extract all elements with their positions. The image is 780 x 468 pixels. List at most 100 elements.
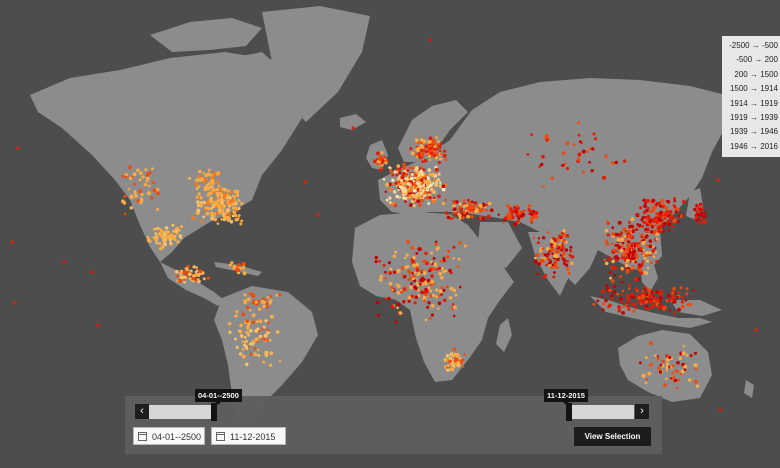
event-point[interactable] <box>136 168 140 172</box>
event-point[interactable] <box>647 288 652 292</box>
event-point[interactable] <box>622 256 626 260</box>
event-point[interactable] <box>451 212 454 215</box>
event-point[interactable] <box>591 147 595 151</box>
event-point[interactable] <box>646 266 650 270</box>
event-point[interactable] <box>692 289 695 292</box>
event-point[interactable] <box>611 226 615 230</box>
event-point[interactable] <box>445 158 448 162</box>
event-point[interactable] <box>467 198 470 202</box>
event-point[interactable] <box>630 295 633 298</box>
event-point[interactable] <box>526 153 530 156</box>
event-point[interactable] <box>388 187 393 192</box>
event-point[interactable] <box>578 140 582 143</box>
chevron-left-icon[interactable]: ‹ <box>135 404 149 419</box>
event-point[interactable] <box>389 169 393 174</box>
event-point[interactable] <box>234 337 238 341</box>
event-point[interactable] <box>641 373 646 378</box>
event-point[interactable] <box>258 319 263 324</box>
event-point[interactable] <box>230 198 235 203</box>
event-point[interactable] <box>208 199 213 204</box>
event-point[interactable] <box>605 284 609 287</box>
event-point[interactable] <box>248 342 252 346</box>
event-point[interactable] <box>613 274 617 277</box>
event-point[interactable] <box>552 275 556 279</box>
event-point[interactable] <box>241 262 246 266</box>
event-point[interactable] <box>673 197 677 201</box>
event-point[interactable] <box>610 161 615 165</box>
event-point[interactable] <box>243 343 247 347</box>
event-point[interactable] <box>586 150 589 153</box>
event-point[interactable] <box>625 247 630 252</box>
event-point[interactable] <box>442 256 446 260</box>
event-point[interactable] <box>534 256 537 260</box>
event-point[interactable] <box>651 224 654 228</box>
event-point[interactable] <box>419 178 424 183</box>
event-point[interactable] <box>463 353 466 356</box>
event-point[interactable] <box>384 297 387 300</box>
event-point[interactable] <box>262 304 266 309</box>
event-point[interactable] <box>608 271 612 274</box>
event-point[interactable] <box>139 200 143 205</box>
event-point[interactable] <box>555 245 559 248</box>
event-point[interactable] <box>415 268 420 272</box>
event-point[interactable] <box>172 234 177 239</box>
event-point[interactable] <box>651 209 655 213</box>
event-point[interactable] <box>218 205 222 209</box>
event-point[interactable] <box>217 184 221 188</box>
event-point[interactable] <box>555 249 559 253</box>
event-point[interactable] <box>204 173 209 178</box>
event-point[interactable] <box>411 166 414 170</box>
event-point[interactable] <box>418 203 422 207</box>
event-point[interactable] <box>478 203 483 208</box>
event-point[interactable] <box>534 215 539 219</box>
event-point[interactable] <box>627 240 631 244</box>
event-point[interactable] <box>515 213 519 217</box>
event-point[interactable] <box>637 249 641 252</box>
event-point[interactable] <box>688 378 692 382</box>
event-point[interactable] <box>443 154 447 158</box>
event-point[interactable] <box>648 299 653 304</box>
event-point[interactable] <box>413 301 417 305</box>
event-point[interactable] <box>643 256 647 260</box>
event-point[interactable] <box>550 239 554 244</box>
event-point[interactable] <box>254 300 258 304</box>
event-point[interactable] <box>631 247 634 250</box>
event-point[interactable] <box>124 175 128 179</box>
event-point[interactable] <box>627 234 632 239</box>
event-point[interactable] <box>660 289 663 293</box>
event-point[interactable] <box>566 266 570 271</box>
event-point[interactable] <box>443 357 448 362</box>
event-point[interactable] <box>668 355 672 360</box>
event-point[interactable] <box>421 151 425 156</box>
event-point[interactable] <box>487 201 492 206</box>
event-point[interactable] <box>456 265 460 268</box>
event-point[interactable] <box>90 270 94 274</box>
event-point[interactable] <box>237 214 241 217</box>
event-point[interactable] <box>210 175 215 180</box>
event-point[interactable] <box>416 146 421 151</box>
event-point[interactable] <box>651 206 655 210</box>
event-point[interactable] <box>392 254 397 258</box>
event-point[interactable] <box>602 302 606 306</box>
event-point[interactable] <box>216 211 219 215</box>
event-point[interactable] <box>389 201 392 204</box>
event-point[interactable] <box>195 266 198 269</box>
event-point[interactable] <box>212 188 216 192</box>
event-point[interactable] <box>197 192 201 196</box>
event-point[interactable] <box>213 217 217 222</box>
event-point[interactable] <box>532 236 536 239</box>
event-point[interactable] <box>634 306 638 310</box>
event-point[interactable] <box>438 266 441 270</box>
event-point[interactable] <box>409 176 414 181</box>
event-point[interactable] <box>604 298 608 303</box>
event-point[interactable] <box>694 367 697 371</box>
event-point[interactable] <box>545 247 550 251</box>
event-point[interactable] <box>461 365 465 368</box>
event-point[interactable] <box>422 295 426 299</box>
event-point[interactable] <box>553 261 556 265</box>
event-point[interactable] <box>191 216 196 221</box>
event-point[interactable] <box>316 213 320 217</box>
event-point[interactable] <box>593 137 598 141</box>
event-point[interactable] <box>213 214 216 218</box>
event-point[interactable] <box>169 241 173 245</box>
